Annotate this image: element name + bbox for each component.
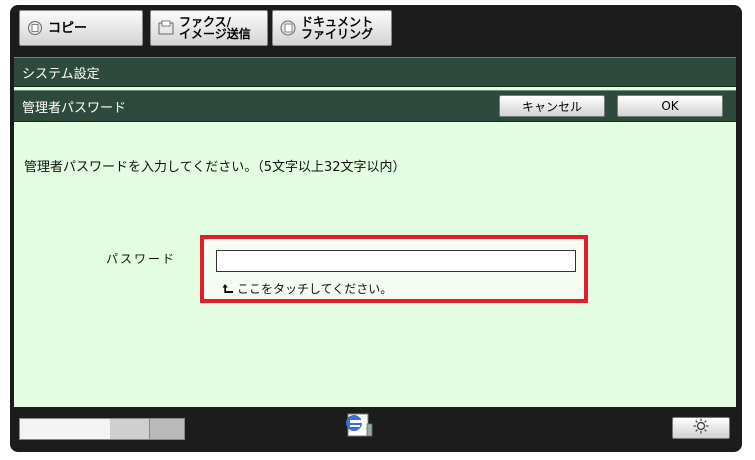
tab-copy-label: コピー — [48, 20, 88, 36]
ok-button[interactable]: OK — [617, 95, 723, 117]
copy-icon — [26, 19, 44, 37]
up-return-arrow-icon — [222, 283, 234, 295]
main-screen: システム設定 管理者パスワード キャンセル OK 管理者パスワードを入力してくだ… — [14, 57, 736, 407]
tab-document-filing[interactable]: ドキュメント ファイリング — [272, 10, 392, 46]
tab-copy[interactable]: コピー — [19, 10, 143, 46]
touch-hint: ここをタッチしてください。 — [222, 280, 392, 297]
cancel-button[interactable]: キャンセル — [499, 95, 605, 117]
progress-slider[interactable] — [19, 418, 185, 440]
document-filing-icon — [279, 19, 297, 37]
slider-knob[interactable] — [149, 419, 184, 439]
page-title: システム設定 — [22, 66, 100, 82]
tab-document-filing-label: ドキュメント ファイリング — [301, 15, 374, 41]
password-label: パスワード — [106, 252, 177, 266]
instruction-text: 管理者パスワードを入力してください。（5文字以上32文字以内） — [24, 160, 406, 175]
touch-hint-text: ここをタッチしてください。 — [237, 282, 393, 296]
tab-fax-image-send[interactable]: ファクス/ イメージ送信 — [150, 10, 268, 46]
progress-fill — [20, 419, 111, 439]
fax-icon — [157, 19, 175, 37]
system-settings-bar: システム設定 — [14, 57, 736, 87]
brightness-button[interactable] — [672, 417, 730, 439]
password-input[interactable] — [216, 250, 576, 272]
brightness-icon — [693, 418, 709, 438]
job-status-icon[interactable] — [342, 410, 376, 442]
password-highlight-box: ここをタッチしてください。 — [200, 235, 588, 303]
section-title: 管理者パスワード — [22, 100, 127, 116]
tab-fax-label: ファクス/ イメージ送信 — [179, 15, 251, 41]
